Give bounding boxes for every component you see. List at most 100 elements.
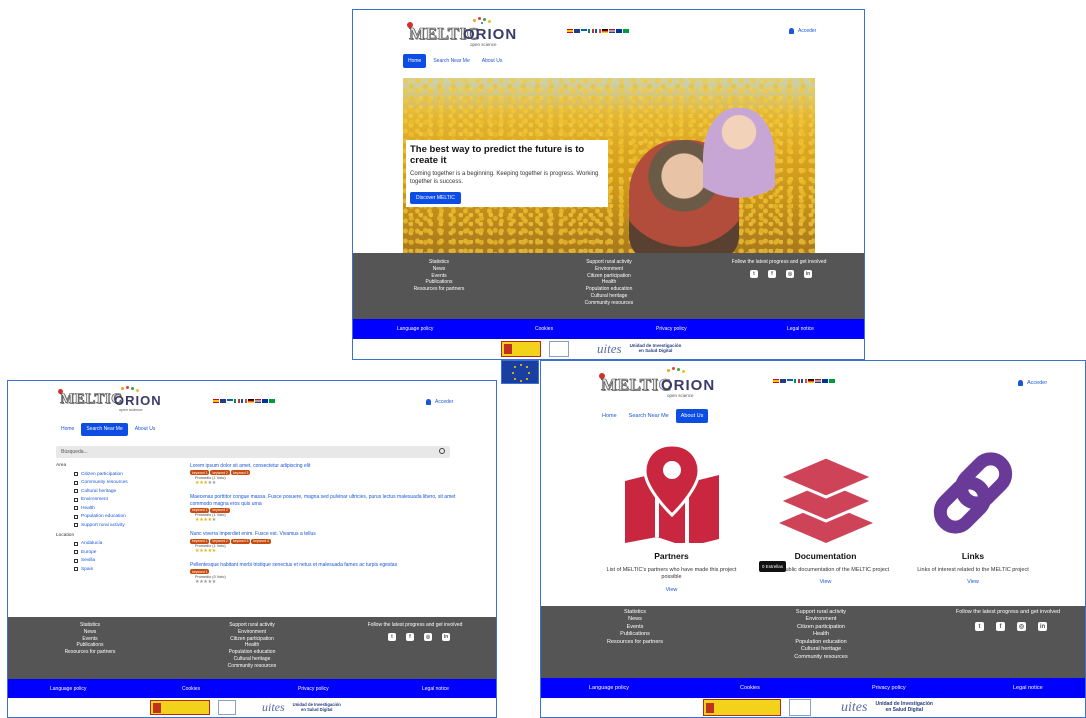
flag-gr-icon[interactable] <box>581 29 587 33</box>
facebook-icon[interactable]: f <box>406 633 414 641</box>
footer-link-news[interactable]: News <box>409 266 469 273</box>
result-title[interactable]: Pellentesque habitant morbi tristique se… <box>190 562 456 569</box>
language-policy-link[interactable]: Language policy <box>589 685 629 691</box>
twitter-icon[interactable]: t <box>975 622 984 631</box>
footer-link-resources[interactable]: Resources for partners <box>595 639 675 646</box>
keyword-tag[interactable]: keyword 1 <box>190 538 210 544</box>
privacy-policy-link[interactable]: Privacy policy <box>298 686 329 692</box>
login-link[interactable]: Acceder <box>789 28 816 34</box>
search-icon[interactable] <box>439 448 445 454</box>
keyword-tag[interactable]: keyword 2 <box>210 538 230 544</box>
discover-meltic-button[interactable]: Discover MELTIC <box>410 192 461 205</box>
keyword-tag[interactable]: keyword 1 <box>190 507 210 513</box>
cookies-link[interactable]: Cookies <box>182 686 200 692</box>
result-title[interactable]: Nunc viverra imperdiet enim. Fusce est. … <box>190 531 456 538</box>
cookies-link[interactable]: Cookies <box>535 326 553 332</box>
footer-link-publications[interactable]: Publications <box>409 279 469 286</box>
checkbox-icon[interactable] <box>74 523 78 528</box>
footer-link-news[interactable]: News <box>595 616 675 623</box>
footer-area-item[interactable]: Cultural heritage <box>781 646 861 653</box>
footer-link-events[interactable]: Events <box>595 624 675 631</box>
search-input[interactable]: Búsqueda... <box>56 446 450 458</box>
checkbox-icon[interactable] <box>74 472 78 477</box>
star-rating[interactable]: ★★★★★ <box>195 579 456 585</box>
star-icon[interactable]: ★ <box>212 579 217 585</box>
footer-link-statistics[interactable]: Statistics <box>60 622 120 629</box>
footer-area-item[interactable]: Cultural heritage <box>579 293 639 300</box>
flag-eu-icon[interactable] <box>616 29 622 33</box>
nav-search-near-me[interactable]: Search Near Me <box>428 54 474 68</box>
location-filter-item[interactable]: Sevilla <box>74 557 184 566</box>
twitter-icon[interactable]: t <box>388 633 396 641</box>
footer-area-item[interactable]: Cultural heritage <box>222 656 282 663</box>
footer-area-item[interactable]: Community resources <box>781 654 861 661</box>
area-filter-item[interactable]: Community resources <box>74 479 184 488</box>
footer-area-item[interactable]: Health <box>781 631 861 638</box>
checkbox-icon[interactable] <box>74 514 78 519</box>
checkbox-icon[interactable] <box>74 506 78 511</box>
footer-area-item[interactable]: Environment <box>579 266 639 273</box>
footer-area-item[interactable]: Population education <box>222 649 282 656</box>
footer-area-item[interactable]: Citizen participation <box>781 624 861 631</box>
area-filter-item[interactable]: Support rural activity <box>74 521 184 530</box>
star-rating[interactable]: ★★★★★ <box>195 517 456 523</box>
footer-link-statistics[interactable]: Statistics <box>595 609 675 616</box>
checkbox-icon[interactable] <box>74 567 78 572</box>
cookies-link[interactable]: Cookies <box>740 685 760 691</box>
footer-area-item[interactable]: Health <box>579 279 639 286</box>
footer-area-item[interactable]: Community resources <box>222 663 282 670</box>
flag-de-icon[interactable] <box>602 29 608 33</box>
linkedin-icon[interactable]: in <box>1038 622 1047 631</box>
keyword-tag[interactable]: keyword 2 <box>210 507 230 513</box>
star-icon[interactable]: ★ <box>212 517 217 523</box>
partners-view-link[interactable]: View <box>599 587 744 593</box>
footer-link-resources[interactable]: Resources for partners <box>409 286 469 293</box>
language-policy-link[interactable]: Language policy <box>50 686 86 692</box>
checkbox-icon[interactable] <box>74 489 78 494</box>
footer-link-events[interactable]: Events <box>409 273 469 280</box>
footer-link-statistics[interactable]: Statistics <box>409 259 469 266</box>
footer-link-news[interactable]: News <box>60 629 120 636</box>
footer-area-item[interactable]: Population education <box>579 286 639 293</box>
language-policy-link[interactable]: Language policy <box>397 326 433 332</box>
nav-home[interactable]: Home <box>403 54 427 68</box>
nav-home[interactable]: Home <box>597 409 622 423</box>
flag-fr-icon[interactable] <box>595 29 601 33</box>
footer-area-item[interactable]: Citizen participation <box>579 273 639 280</box>
flag-it-icon[interactable] <box>588 29 594 33</box>
orion-logo[interactable]: ORION <box>114 393 162 408</box>
keyword-tag[interactable]: keyword 3 <box>230 538 251 544</box>
twitter-icon[interactable]: t <box>750 270 758 278</box>
flag-uk-icon[interactable] <box>574 29 580 33</box>
nav-home[interactable]: Home <box>56 423 79 436</box>
checkbox-icon[interactable] <box>74 541 78 546</box>
star-rating[interactable]: ★★★★★ <box>195 548 456 554</box>
privacy-policy-link[interactable]: Privacy policy <box>656 326 687 332</box>
login-link[interactable]: Acceder <box>426 399 453 405</box>
instagram-icon[interactable]: ◎ <box>1017 622 1026 631</box>
links-view-link[interactable]: View <box>903 579 1043 585</box>
language-flags[interactable] <box>213 399 275 403</box>
keyword-tag[interactable]: keyword 1 <box>190 569 210 575</box>
layers-icon[interactable] <box>771 443 881 543</box>
location-filter-item[interactable]: Spain <box>74 565 184 574</box>
footer-area-item[interactable]: Environment <box>222 629 282 636</box>
documentation-view-link[interactable]: View <box>753 579 898 585</box>
footer-area-item[interactable]: Support rural activity <box>781 609 861 616</box>
login-link[interactable]: Acceder <box>1018 380 1047 386</box>
footer-area-item[interactable]: Support rural activity <box>579 259 639 266</box>
linkedin-icon[interactable]: in <box>804 270 812 278</box>
checkbox-icon[interactable] <box>74 497 78 502</box>
checkbox-icon[interactable] <box>74 558 78 563</box>
star-icon[interactable]: ★ <box>212 480 217 486</box>
keyword-tag[interactable]: keyword 1 <box>190 470 210 476</box>
result-title[interactable]: Lorem ipsum dolor sit amet, consectetur … <box>190 463 456 470</box>
nav-about-us[interactable]: About Us <box>130 423 161 436</box>
nav-about-us[interactable]: About Us <box>675 409 709 423</box>
area-filter-item[interactable]: Cultural heritage <box>74 487 184 496</box>
language-flags[interactable] <box>773 379 835 383</box>
nav-search-near-me[interactable]: Search Near Me <box>624 409 674 423</box>
linkedin-icon[interactable]: in <box>442 633 450 641</box>
legal-notice-link[interactable]: Legal notice <box>422 686 449 692</box>
legal-notice-link[interactable]: Legal notice <box>1013 685 1043 691</box>
